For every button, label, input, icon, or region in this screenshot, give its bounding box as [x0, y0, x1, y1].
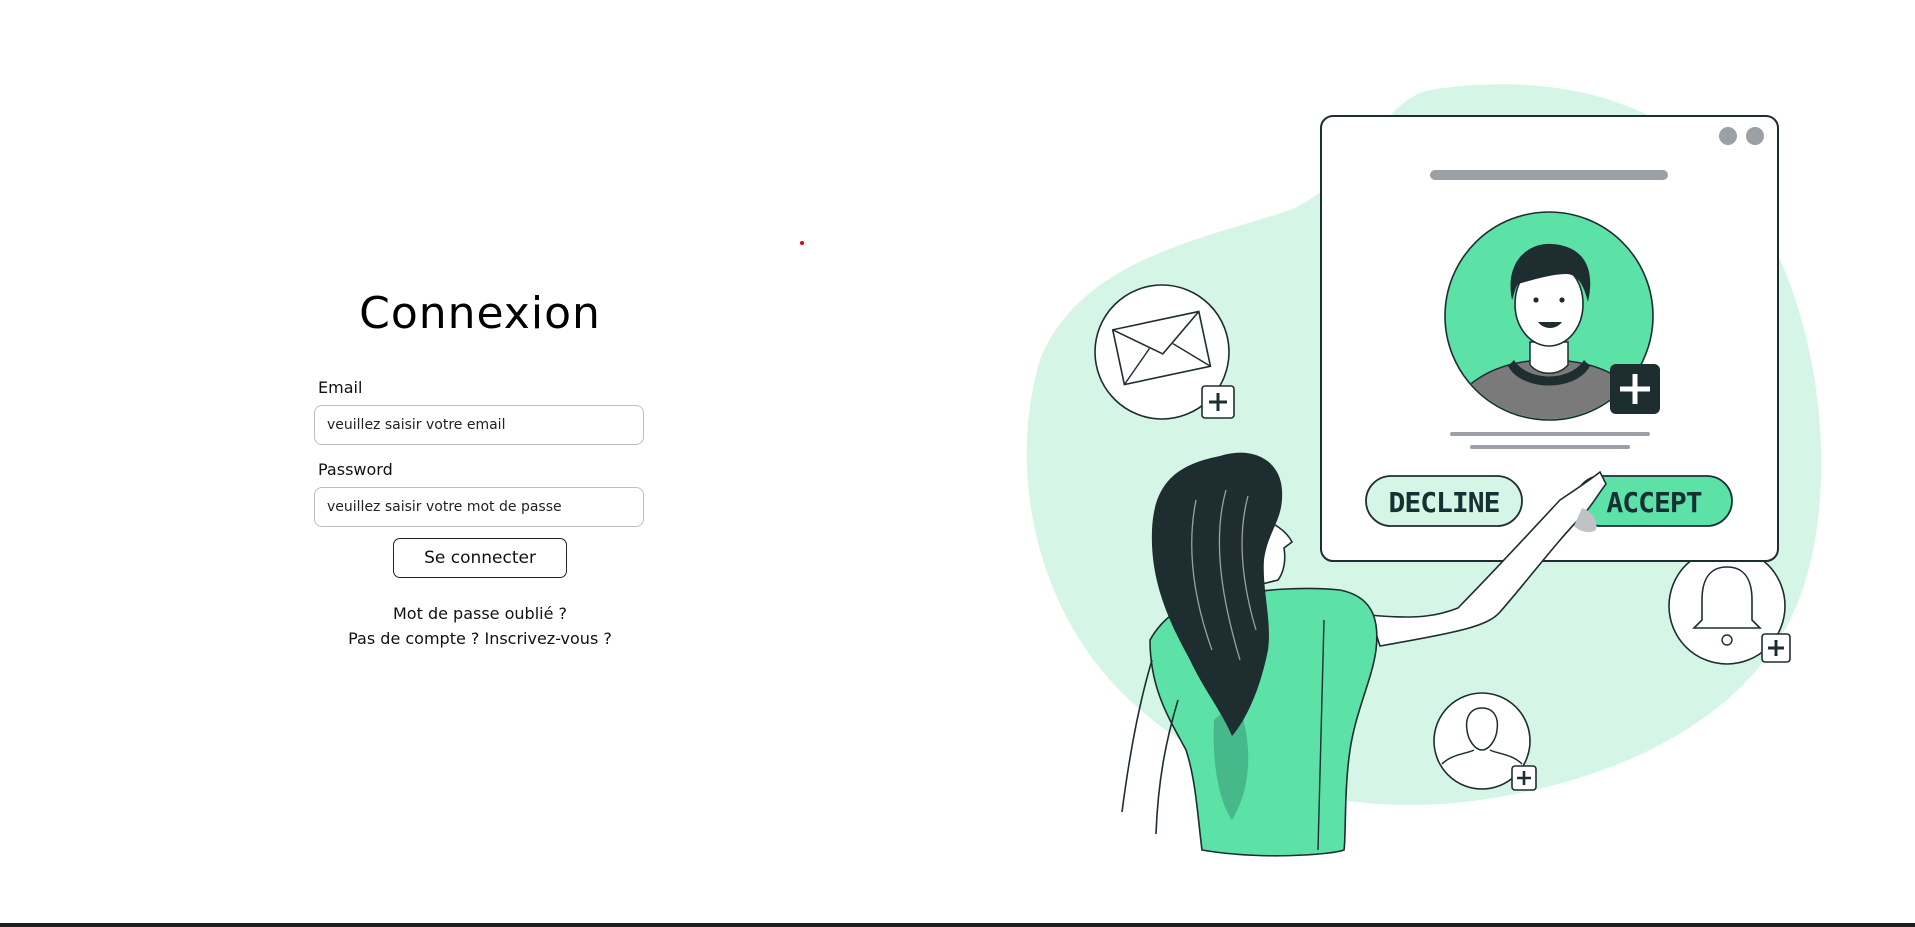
hero-illustration: DECLINE ACCEPT	[1000, 60, 1860, 880]
plus-icon	[1511, 765, 1537, 791]
accept-label: ACCEPT	[1606, 486, 1701, 519]
decline-button[interactable]: DECLINE	[1365, 475, 1523, 527]
login-button[interactable]: Se connecter	[393, 538, 567, 578]
page-title: Connexion	[359, 288, 601, 339]
password-label: Password	[318, 460, 393, 479]
plus-icon	[1201, 385, 1235, 419]
signup-link[interactable]: Pas de compte ? Inscrivez-vous ?	[294, 629, 666, 648]
add-contact-plus-icon	[1610, 364, 1660, 414]
plus-icon	[1761, 633, 1791, 663]
bottom-divider	[0, 923, 1915, 927]
red-dot-artifact	[800, 241, 804, 245]
password-input[interactable]	[314, 487, 644, 527]
illustration-svg: DECLINE ACCEPT	[1026, 84, 1822, 857]
forgot-password-link[interactable]: Mot de passe oublié ?	[294, 604, 666, 623]
profile-card: DECLINE ACCEPT	[1320, 115, 1779, 562]
email-label: Email	[318, 378, 363, 397]
email-input[interactable]	[314, 405, 644, 445]
decline-label: DECLINE	[1388, 486, 1499, 519]
